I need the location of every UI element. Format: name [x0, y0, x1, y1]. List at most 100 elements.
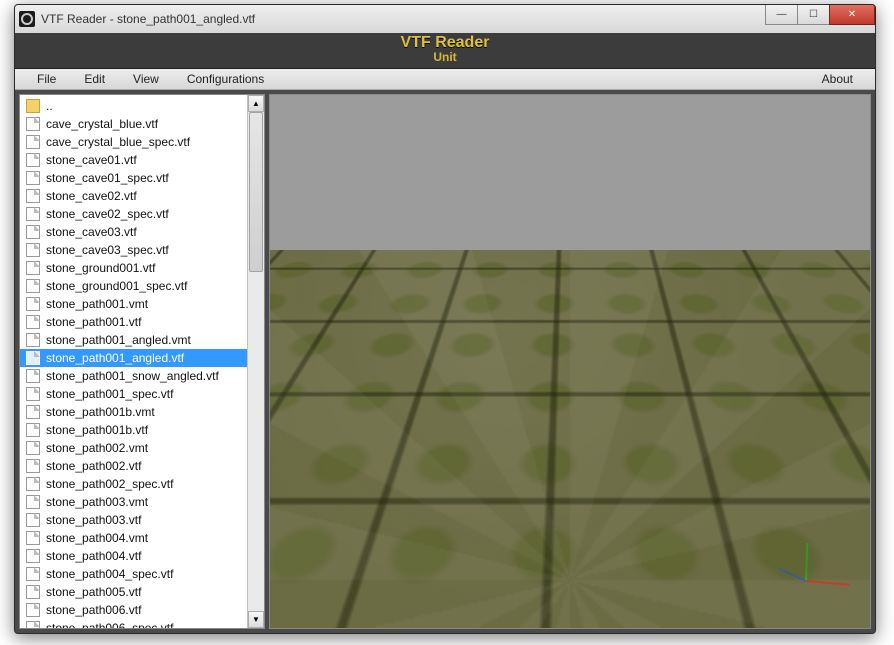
- file-item[interactable]: stone_path001_angled.vmt: [20, 331, 264, 349]
- file-item[interactable]: stone_cave03.vtf: [20, 223, 264, 241]
- file-icon: [26, 513, 40, 527]
- file-item-label: stone_path001.vmt: [46, 297, 148, 311]
- file-item[interactable]: stone_path002.vmt: [20, 439, 264, 457]
- file-list[interactable]: .. cave_crystal_blue.vtf cave_crystal_blue…: [20, 95, 264, 628]
- file-item[interactable]: stone_path001_spec.vtf: [20, 385, 264, 403]
- axis-y-icon: [805, 543, 808, 581]
- file-item-label: stone_path001b.vmt: [46, 405, 155, 419]
- file-icon: [26, 531, 40, 545]
- file-item-label: stone_path003.vtf: [46, 513, 141, 527]
- viewport-sky: [270, 95, 870, 250]
- file-icon: [26, 405, 40, 419]
- file-icon: [26, 279, 40, 293]
- file-item-label: stone_cave03.vtf: [46, 225, 137, 239]
- file-icon: [26, 261, 40, 275]
- main-area: .. cave_crystal_blue.vtf cave_crystal_blue…: [15, 90, 875, 633]
- file-icon: [26, 351, 40, 365]
- file-icon: [26, 297, 40, 311]
- file-item[interactable]: stone_path003.vtf: [20, 511, 264, 529]
- file-item-label: stone_path002.vmt: [46, 441, 148, 455]
- file-icon: [26, 549, 40, 563]
- file-item-label: stone_path002_spec.vtf: [46, 477, 173, 491]
- file-item[interactable]: stone_cave02_spec.vtf: [20, 205, 264, 223]
- file-item-label: stone_cave01_spec.vtf: [46, 171, 169, 185]
- file-item-label: stone_path003.vmt: [46, 495, 148, 509]
- menu-file[interactable]: File: [23, 70, 70, 88]
- file-item-label: stone_path004_spec.vtf: [46, 567, 173, 581]
- file-item[interactable]: stone_path001b.vtf: [20, 421, 264, 439]
- file-item-label: ..: [46, 99, 53, 113]
- file-icon: [26, 315, 40, 329]
- file-icon: [26, 441, 40, 455]
- file-item[interactable]: stone_path004.vmt: [20, 529, 264, 547]
- axis-x-icon: [806, 580, 850, 586]
- menu-about[interactable]: About: [808, 70, 867, 88]
- file-item[interactable]: stone_path006_spec.vtf: [20, 619, 264, 628]
- window-controls: — ☐ ✕: [765, 5, 875, 25]
- scroll-thumb[interactable]: [249, 112, 263, 272]
- file-item-label: stone_path001_angled.vtf: [46, 351, 184, 365]
- app-icon: [19, 11, 35, 27]
- file-icon: [26, 135, 40, 149]
- file-item-label: stone_cave02_spec.vtf: [46, 207, 169, 221]
- file-item-label: stone_path006_spec.vtf: [46, 621, 173, 628]
- scroll-down-button[interactable]: ▼: [248, 611, 264, 628]
- file-item[interactable]: cave_crystal_blue.vtf: [20, 115, 264, 133]
- file-item[interactable]: stone_path001_angled.vtf: [20, 349, 264, 367]
- file-icon: [26, 585, 40, 599]
- file-list-scrollbar[interactable]: ▲ ▼: [247, 95, 264, 628]
- scroll-track[interactable]: [248, 112, 264, 611]
- axis-gizmo: [792, 532, 852, 592]
- close-button[interactable]: ✕: [829, 5, 875, 25]
- file-item-label: cave_crystal_blue_spec.vtf: [46, 135, 190, 149]
- viewport-ground: [270, 250, 870, 628]
- file-item[interactable]: stone_ground001.vtf: [20, 259, 264, 277]
- file-item[interactable]: stone_path004.vtf: [20, 547, 264, 565]
- file-item[interactable]: stone_path004_spec.vtf: [20, 565, 264, 583]
- file-item[interactable]: stone_cave02.vtf: [20, 187, 264, 205]
- folder-up-item[interactable]: ..: [20, 97, 264, 115]
- file-item-label: stone_path004.vmt: [46, 531, 148, 545]
- scroll-up-button[interactable]: ▲: [248, 95, 264, 112]
- file-icon: [26, 117, 40, 131]
- menu-view[interactable]: View: [119, 70, 173, 88]
- file-item-label: stone_cave03_spec.vtf: [46, 243, 169, 257]
- file-icon: [26, 423, 40, 437]
- file-item[interactable]: cave_crystal_blue_spec.vtf: [20, 133, 264, 151]
- menu-configurations[interactable]: Configurations: [173, 70, 278, 88]
- file-icon: [26, 459, 40, 473]
- file-item[interactable]: stone_path001b.vmt: [20, 403, 264, 421]
- file-item[interactable]: stone_path005.vtf: [20, 583, 264, 601]
- file-item[interactable]: stone_cave01_spec.vtf: [20, 169, 264, 187]
- file-item[interactable]: stone_ground001_spec.vtf: [20, 277, 264, 295]
- file-item-label: stone_path001b.vtf: [46, 423, 148, 437]
- file-item[interactable]: stone_path001.vmt: [20, 295, 264, 313]
- file-item-label: stone_cave02.vtf: [46, 189, 137, 203]
- file-item-label: stone_path001.vtf: [46, 315, 141, 329]
- app-subtitle: Unit: [15, 50, 875, 64]
- texture-preview-viewport[interactable]: [269, 94, 871, 629]
- file-item[interactable]: stone_path006.vtf: [20, 601, 264, 619]
- maximize-button[interactable]: ☐: [797, 5, 829, 25]
- file-item-label: stone_path002.vtf: [46, 459, 141, 473]
- file-item[interactable]: stone_path001.vtf: [20, 313, 264, 331]
- file-item-label: cave_crystal_blue.vtf: [46, 117, 158, 131]
- file-item[interactable]: stone_cave01.vtf: [20, 151, 264, 169]
- file-item-label: stone_path006.vtf: [46, 603, 141, 617]
- file-item-label: stone_ground001.vtf: [46, 261, 155, 275]
- file-item[interactable]: stone_path003.vmt: [20, 493, 264, 511]
- file-icon: [26, 225, 40, 239]
- minimize-button[interactable]: —: [765, 5, 797, 25]
- file-item[interactable]: stone_path002.vtf: [20, 457, 264, 475]
- file-item[interactable]: stone_path001_snow_angled.vtf: [20, 367, 264, 385]
- file-item-label: stone_cave01.vtf: [46, 153, 137, 167]
- file-icon: [26, 387, 40, 401]
- file-item-label: stone_ground001_spec.vtf: [46, 279, 187, 293]
- file-item-label: stone_path001_snow_angled.vtf: [46, 369, 219, 383]
- file-item-label: stone_path001_spec.vtf: [46, 387, 173, 401]
- titlebar[interactable]: VTF Reader - stone_path001_angled.vtf — …: [15, 5, 875, 33]
- app-window: VTF Reader - stone_path001_angled.vtf — …: [14, 4, 876, 634]
- file-item[interactable]: stone_cave03_spec.vtf: [20, 241, 264, 259]
- menu-edit[interactable]: Edit: [70, 70, 119, 88]
- file-item[interactable]: stone_path002_spec.vtf: [20, 475, 264, 493]
